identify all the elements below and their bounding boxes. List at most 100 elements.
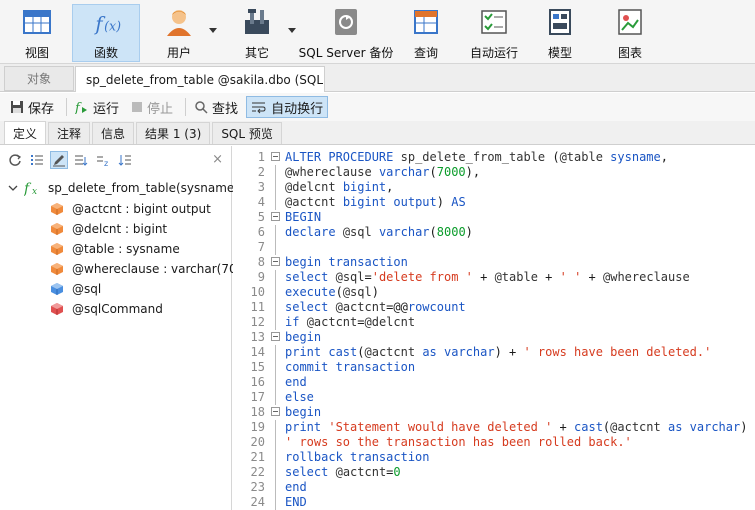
- ribbon-other-button[interactable]: 其它: [228, 4, 286, 62]
- line-number: 19: [250, 420, 265, 434]
- fold-toggle-icon[interactable]: [271, 407, 280, 416]
- line-number: 10: [250, 285, 265, 299]
- save-button[interactable]: 保存: [6, 96, 58, 118]
- tab-info[interactable]: 信息: [92, 122, 135, 144]
- code-text: END: [285, 495, 307, 509]
- code-text: begin: [285, 405, 322, 419]
- user-icon: [167, 10, 191, 36]
- sort-asc-button[interactable]: [72, 151, 90, 169]
- fold-guide-line: [275, 390, 276, 405]
- ribbon-query-button[interactable]: 查询: [400, 4, 452, 62]
- ribbon-autorun-label: 自动运行: [469, 46, 518, 60]
- tab-definition-label: 定义: [13, 126, 38, 141]
- ribbon-view-button[interactable]: 视图: [8, 4, 66, 62]
- chevron-down-icon[interactable]: [8, 183, 18, 193]
- tab-result-1[interactable]: 结果 1 (3): [136, 122, 211, 144]
- line-number: 5: [257, 210, 265, 224]
- fold-toggle-icon[interactable]: [271, 332, 280, 341]
- sort-icon: [75, 155, 88, 166]
- edit-mode-button[interactable]: [50, 151, 68, 169]
- code-line: 22 select @actcnt=0: [233, 465, 755, 480]
- tree-root-procedure[interactable]: fx sp_delete_from_table(sysname, va: [8, 180, 256, 196]
- fold-guide-line: [275, 345, 276, 360]
- line-number: 4: [257, 195, 265, 209]
- line-number: 18: [250, 405, 265, 419]
- sort-z-icon: z: [97, 156, 108, 167]
- sql-code-editor[interactable]: 1 ALTER PROCEDURE sp_delete_from_table (@…: [233, 146, 755, 510]
- tab-sql-preview[interactable]: SQL 预览: [212, 122, 282, 144]
- tab-result-label: 结果 1 (3): [145, 127, 202, 141]
- line-number: 21: [250, 450, 265, 464]
- sort-type-button[interactable]: z: [94, 151, 112, 169]
- line-number: 23: [250, 480, 265, 494]
- line-number: 7: [257, 240, 265, 254]
- tab-comment[interactable]: 注释: [48, 122, 91, 144]
- ribbon-view-label: 视图: [24, 46, 49, 60]
- code-text: end: [285, 480, 307, 494]
- line-number: 11: [250, 300, 265, 314]
- tree-item-variable[interactable]: @sqlCommand: [50, 302, 163, 316]
- code-text: commit transaction: [285, 360, 416, 374]
- function-icon: f (x): [93, 12, 121, 35]
- search-icon: [195, 101, 208, 114]
- ribbon-user-button[interactable]: 用户: [150, 4, 208, 62]
- ribbon-autorun-button[interactable]: 自动运行: [462, 4, 526, 62]
- tab-definition[interactable]: 定义: [4, 121, 47, 144]
- tab-objects-label: 对象: [26, 72, 51, 86]
- variable-red-cube-icon: [51, 303, 63, 315]
- fold-guide-line: [275, 360, 276, 375]
- ribbon-backup-button[interactable]: SQL Server 备份: [298, 4, 394, 62]
- tab-objects[interactable]: 对象: [4, 66, 74, 91]
- other-dropdown-caret[interactable]: [288, 28, 296, 33]
- run-function-icon: f: [75, 101, 88, 114]
- tree-item-variable[interactable]: @sql: [50, 282, 101, 296]
- parameter-cube-icon: [51, 223, 63, 235]
- code-text: @whereclause varchar(7000),: [285, 165, 481, 179]
- line-number: 22: [250, 465, 265, 479]
- code-line: 19 print 'Statement would have deleted ' …: [233, 420, 755, 435]
- tree-item-param[interactable]: @delcnt : bigint: [50, 222, 167, 236]
- refresh-button[interactable]: [6, 151, 24, 169]
- code-text: @actcnt bigint output) AS: [285, 195, 466, 209]
- sort-desc-button[interactable]: [116, 151, 134, 169]
- ribbon-model-label: 模型: [547, 46, 572, 60]
- parameter-cube-icon: [51, 203, 63, 215]
- tree-item-param[interactable]: @whereclause : varchar(7000): [50, 262, 257, 276]
- ribbon-function-button[interactable]: f (x) 函数: [72, 4, 140, 62]
- tree-item-label: @sqlCommand: [72, 302, 163, 316]
- code-text: rollback transaction: [285, 450, 430, 464]
- find-button[interactable]: 查找: [190, 96, 242, 118]
- fold-toggle-icon[interactable]: [271, 152, 280, 161]
- stop-label: 停止: [147, 101, 174, 117]
- code-text: ALTER PROCEDURE sp_delete_from_table (@t…: [285, 150, 668, 164]
- tab-procedure-document[interactable]: fx sp_delete_from_table @sakila.dbo (SQL…: [75, 66, 325, 92]
- user-dropdown-caret[interactable]: [209, 28, 217, 33]
- fold-guide-line: [275, 270, 276, 285]
- tree-item-param[interactable]: @actcnt : bigint output: [50, 202, 211, 216]
- fold-toggle-icon[interactable]: [271, 212, 280, 221]
- svg-text:z: z: [104, 159, 108, 167]
- code-text: select @actcnt=@@rowcount: [285, 300, 466, 314]
- tab-comment-label: 注释: [57, 127, 82, 141]
- ribbon-backup-label: SQL Server 备份: [298, 46, 394, 60]
- code-text: print 'Statement would have deleted ' + …: [285, 420, 755, 434]
- fold-toggle-icon[interactable]: [271, 257, 280, 266]
- fold-guide-line: [275, 465, 276, 480]
- ribbon-chart-button[interactable]: 图表: [604, 4, 656, 62]
- code-line: 15 commit transaction: [233, 360, 755, 375]
- code-text: if @actcnt=@delcnt: [285, 315, 416, 329]
- outline-toolbar: z: [0, 146, 231, 174]
- toolbar-separator: [185, 98, 187, 116]
- close-icon[interactable]: ×: [212, 152, 223, 167]
- word-wrap-toggle[interactable]: 自动换行: [246, 96, 329, 118]
- tree-item-param[interactable]: @table : sysname: [50, 242, 180, 256]
- code-text: select @sql='delete from ' + @table + ' …: [285, 270, 690, 284]
- run-button[interactable]: f 运行: [71, 96, 123, 118]
- stop-button[interactable]: 停止: [127, 96, 177, 118]
- fold-guide-line: [275, 420, 276, 435]
- fold-guide-line: [275, 300, 276, 315]
- svg-text:(x): (x): [104, 18, 121, 33]
- tree-item-label: @whereclause : varchar(7000): [72, 262, 257, 276]
- ribbon-model-button[interactable]: 模型: [534, 4, 586, 62]
- list-view-button[interactable]: [28, 151, 46, 169]
